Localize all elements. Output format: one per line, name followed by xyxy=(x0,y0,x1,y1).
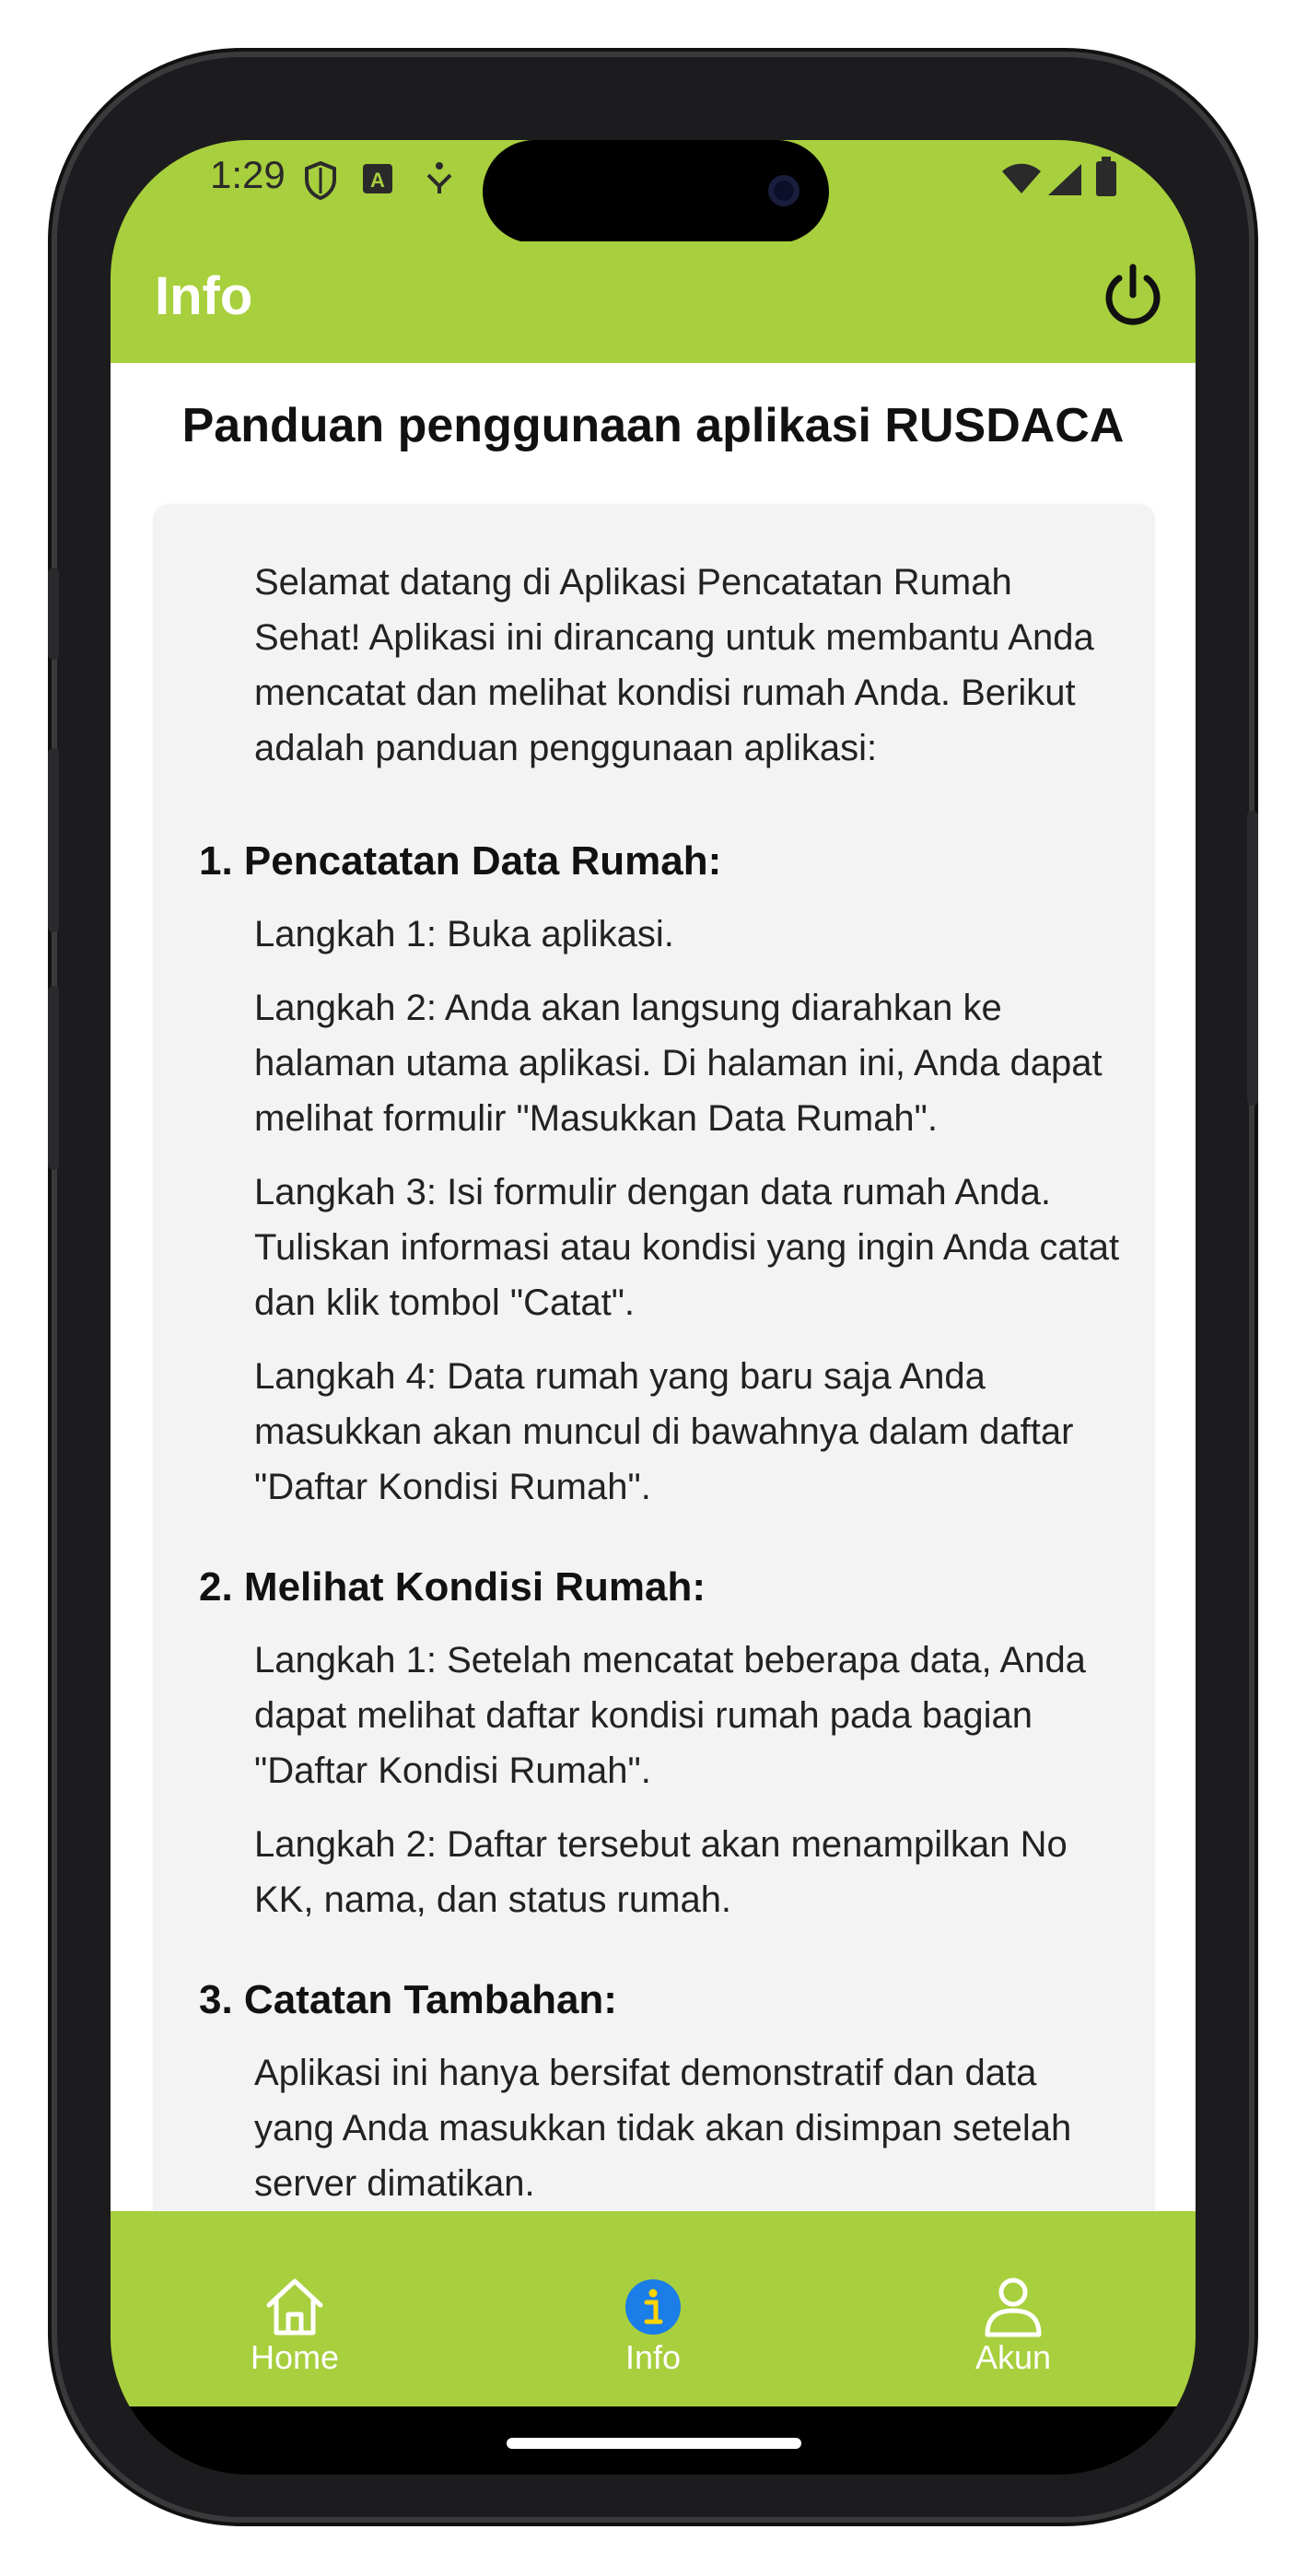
app-bar: Info xyxy=(111,241,1196,363)
content-scroll[interactable]: Panduan penggunaan aplikasi RUSDACA Sela… xyxy=(111,363,1196,2211)
guide-card: Selamat datang di Aplikasi Pencatatan Ru… xyxy=(155,505,1153,2211)
screen: 1:29 A Info Panduan penggunaan aplikasi … xyxy=(111,140,1196,2475)
section-title: 2. Melihat Kondisi Rumah: xyxy=(199,1564,706,1610)
nav-label-akun: Akun xyxy=(974,2338,1052,2376)
step-text: Langkah 1: Buka aplikasi. xyxy=(254,914,674,954)
info-icon xyxy=(625,2279,681,2335)
status-time: 1:29 xyxy=(210,153,286,196)
download-icon xyxy=(426,162,452,193)
step-text: Langkah 4: Data rumah yang baru saja And… xyxy=(254,1356,1074,1507)
signal-icon xyxy=(1048,164,1081,195)
page-title: Panduan penggunaan aplikasi RUSDACA xyxy=(181,399,1125,452)
svg-text:A: A xyxy=(370,169,385,192)
power-icon[interactable] xyxy=(1096,260,1170,334)
volume-up-button xyxy=(48,748,59,932)
step-text: Langkah 2: Anda akan langsung diarahkan … xyxy=(254,988,1103,1139)
volume-down-button xyxy=(48,986,59,1170)
step-text: Aplikasi ini hanya bersifat demonstratif… xyxy=(254,2053,1072,2204)
nav-label-home: Home xyxy=(250,2338,340,2376)
bottom-nav: Home Info Akun xyxy=(111,2211,1196,2406)
step-text: Langkah 1: Setelah mencatat beberapa dat… xyxy=(254,1640,1086,1791)
section-title: 3. Catatan Tambahan: xyxy=(199,1977,617,2022)
step-text: Langkah 3: Isi formulir dengan data ruma… xyxy=(254,1172,1120,1323)
status-bar: 1:29 A xyxy=(111,140,1196,243)
nav-label-info: Info xyxy=(624,2338,682,2376)
wifi-icon xyxy=(1002,163,1041,193)
section-title: 1. Pencatatan Data Rumah: xyxy=(199,838,722,884)
action-button xyxy=(48,568,59,660)
dynamic-island xyxy=(483,140,829,243)
step-text: Langkah 2: Daftar tersebut akan menampil… xyxy=(254,1824,1068,1920)
app-bar-title: Info xyxy=(155,266,253,326)
nav-item-info[interactable]: Info xyxy=(561,2274,745,2377)
shield-icon xyxy=(305,160,336,201)
battery-icon xyxy=(1096,157,1116,196)
a-icon: A xyxy=(363,164,392,193)
camera-icon xyxy=(768,175,799,206)
intro-text: Selamat datang di Aplikasi Pencatatan Ru… xyxy=(254,562,1094,768)
power-side-button xyxy=(1247,811,1258,1106)
home-indicator[interactable] xyxy=(507,2438,801,2449)
user-icon xyxy=(985,2277,1042,2337)
home-icon xyxy=(266,2278,323,2336)
nav-item-akun[interactable]: Akun xyxy=(921,2274,1105,2377)
nav-item-home[interactable]: Home xyxy=(203,2274,387,2377)
